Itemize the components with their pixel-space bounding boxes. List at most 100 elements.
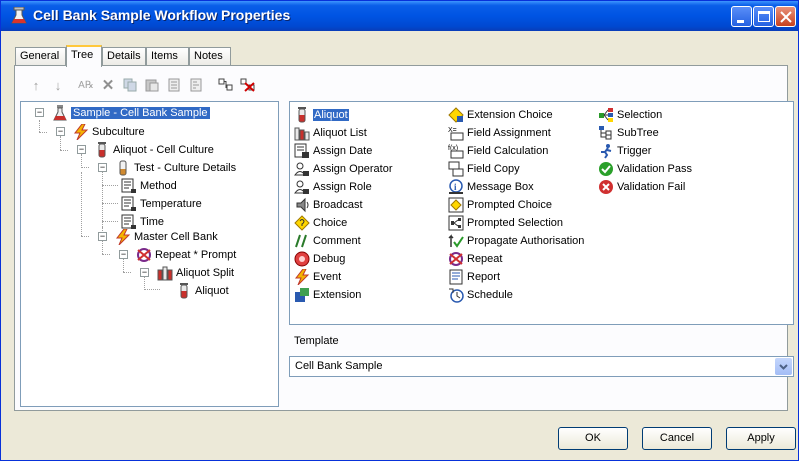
tree-node-label: Time bbox=[140, 215, 165, 228]
palette-item-propagate-authorisation[interactable]: Propagate Authorisation bbox=[448, 232, 584, 250]
validation-fail-icon bbox=[599, 180, 613, 194]
cancel-button[interactable]: Cancel bbox=[642, 427, 712, 450]
palette-item-choice[interactable]: Choice bbox=[294, 214, 347, 232]
aliquot-tube-icon bbox=[298, 107, 306, 123]
chevron-down-icon bbox=[779, 364, 788, 370]
rename-icon[interactable]: A℞ bbox=[77, 75, 95, 95]
field-copy-icon bbox=[448, 161, 464, 177]
palette-item-field-copy[interactable]: Field Copy bbox=[448, 160, 520, 178]
palette-item-label: Choice bbox=[313, 217, 348, 229]
palette-item-validation-fail[interactable]: Validation Fail bbox=[598, 178, 685, 196]
palette-item-trigger[interactable]: Trigger bbox=[598, 142, 651, 160]
collapse-toggle[interactable]: − bbox=[119, 250, 128, 259]
repeat-icon bbox=[449, 252, 463, 266]
tree-node-aliquot-split[interactable]: Aliquot Split bbox=[157, 264, 234, 281]
collapse-toggle[interactable]: − bbox=[56, 127, 65, 136]
palette-item-assign-operator[interactable]: Assign Operator bbox=[294, 160, 392, 178]
tree-node-repeat-prompt[interactable]: Repeat * Prompt bbox=[136, 246, 236, 263]
title-bar[interactable]: Cell Bank Sample Workflow Properties bbox=[1, 1, 798, 31]
move-up-icon[interactable]: ↑ bbox=[27, 75, 45, 95]
palette-item-label: Field Assignment bbox=[467, 127, 551, 139]
tree-node-label: Repeat * Prompt bbox=[155, 248, 237, 261]
palette-item-label: SubTree bbox=[617, 127, 659, 139]
palette-item-broadcast[interactable]: Broadcast bbox=[294, 196, 363, 214]
palette-item-aliquot-list[interactable]: Aliquot List bbox=[294, 124, 367, 142]
palette-item-label: Repeat bbox=[467, 253, 503, 265]
palette-item-comment[interactable]: Comment bbox=[294, 232, 361, 250]
palette-item-prompted-choice[interactable]: Prompted Choice bbox=[448, 196, 552, 214]
delete-branch-icon[interactable] bbox=[239, 75, 257, 95]
expand-all-icon[interactable] bbox=[217, 75, 235, 95]
palette-item-extension[interactable]: Extension bbox=[294, 286, 361, 304]
tree-node-method[interactable]: Method bbox=[121, 177, 177, 194]
palette-item-event[interactable]: Event bbox=[294, 268, 341, 286]
template-select[interactable]: Cell Bank Sample bbox=[289, 356, 794, 377]
palette-item-report[interactable]: Report bbox=[448, 268, 500, 286]
copy-icon[interactable] bbox=[121, 75, 139, 95]
palette-item-assign-date[interactable]: Assign Date bbox=[294, 142, 372, 160]
tab-items[interactable]: Items bbox=[146, 47, 189, 65]
palette-item-validation-pass[interactable]: Validation Pass bbox=[598, 160, 692, 178]
palette-item-label: Assign Role bbox=[313, 181, 372, 193]
palette-item-subtree[interactable]: SubTree bbox=[598, 124, 659, 142]
collapse-toggle[interactable]: − bbox=[35, 108, 44, 117]
tree-node-aliquot[interactable]: Aliquot bbox=[176, 282, 229, 299]
assign-role-icon bbox=[294, 180, 309, 194]
palette-item-field-assignment[interactable]: X= Field Assignment bbox=[448, 124, 551, 142]
event-bolt-icon bbox=[294, 269, 310, 285]
sample-flask-icon bbox=[53, 104, 67, 120]
palette-item-prompted-selection[interactable]: Prompted Selection bbox=[448, 214, 563, 232]
palette-item-label: Report bbox=[467, 271, 501, 283]
collapse-toggle[interactable]: − bbox=[98, 232, 107, 241]
tab-notes[interactable]: Notes bbox=[189, 47, 231, 65]
minimize-icon bbox=[737, 20, 744, 23]
move-down-icon[interactable]: ↓ bbox=[49, 75, 67, 95]
window-title: Cell Bank Sample Workflow Properties bbox=[33, 7, 291, 23]
tree-node-label: Temperature bbox=[140, 197, 202, 210]
palette-item-debug[interactable]: Debug bbox=[294, 250, 345, 268]
event-bolt-icon bbox=[73, 123, 89, 140]
palette-item-extension-choice[interactable]: Extension Choice bbox=[448, 106, 553, 124]
tree-node-temperature[interactable]: Temperature bbox=[121, 195, 202, 212]
assign-icon bbox=[121, 178, 136, 193]
palette-item-repeat[interactable]: Repeat bbox=[448, 250, 502, 268]
collapse-toggle[interactable]: − bbox=[98, 163, 107, 172]
tree-node-subculture[interactable]: Subculture bbox=[73, 123, 145, 140]
collapse-toggle[interactable]: − bbox=[140, 268, 149, 277]
extension-icon bbox=[295, 288, 309, 302]
tree-node-master-cell-bank[interactable]: Master Cell Bank bbox=[115, 228, 218, 245]
tab-details[interactable]: Details bbox=[102, 47, 146, 65]
aliquot-tube-icon bbox=[180, 282, 188, 298]
schedule-icon bbox=[449, 288, 464, 303]
tree-node-aliquot-cell-culture[interactable]: Aliquot - Cell Culture bbox=[94, 141, 214, 158]
minimize-button[interactable] bbox=[731, 6, 752, 27]
tab-tree[interactable]: Tree bbox=[66, 45, 102, 67]
paste-icon[interactable] bbox=[143, 75, 161, 95]
palette-item-label: Assign Operator bbox=[313, 163, 393, 175]
palette-item-message-box[interactable]: i Message Box bbox=[448, 178, 534, 196]
palette-item-schedule[interactable]: Schedule bbox=[448, 286, 513, 304]
palette-item-label: Field Copy bbox=[467, 163, 520, 175]
delete-icon[interactable]: ✕ bbox=[99, 75, 117, 95]
comment-icon bbox=[295, 234, 307, 248]
palette-item-field-calculation[interactable]: f(x) Field Calculation bbox=[448, 142, 548, 160]
palette-item-aliquot[interactable]: Aliquot bbox=[294, 106, 349, 124]
palette-item-selection[interactable]: Selection bbox=[598, 106, 662, 124]
tree-node-sample[interactable]: Sample - Cell Bank Sample bbox=[52, 104, 210, 121]
palette-item-assign-role[interactable]: Assign Role bbox=[294, 178, 372, 196]
tab-general[interactable]: General bbox=[15, 47, 66, 65]
workflow-item-palette[interactable]: Aliquot Aliquot List Assign Date Assign … bbox=[289, 101, 794, 325]
apply-button[interactable]: Apply bbox=[726, 427, 796, 450]
ok-button[interactable]: OK bbox=[558, 427, 628, 450]
properties-alt-icon[interactable] bbox=[187, 75, 205, 95]
tree-node-label: Method bbox=[140, 179, 177, 192]
assign-operator-icon bbox=[294, 162, 309, 176]
properties-icon[interactable] bbox=[165, 75, 183, 95]
collapse-toggle[interactable]: − bbox=[77, 145, 86, 154]
close-button[interactable] bbox=[775, 6, 796, 27]
tree-node-test-culture-details[interactable]: Test - Culture Details bbox=[115, 159, 236, 176]
dropdown-button[interactable] bbox=[775, 358, 792, 375]
workflow-tree[interactable]: − Sample - Cell Bank Sample − Subculture… bbox=[20, 101, 279, 407]
maximize-button[interactable] bbox=[753, 6, 774, 27]
subtree-icon bbox=[599, 126, 612, 140]
